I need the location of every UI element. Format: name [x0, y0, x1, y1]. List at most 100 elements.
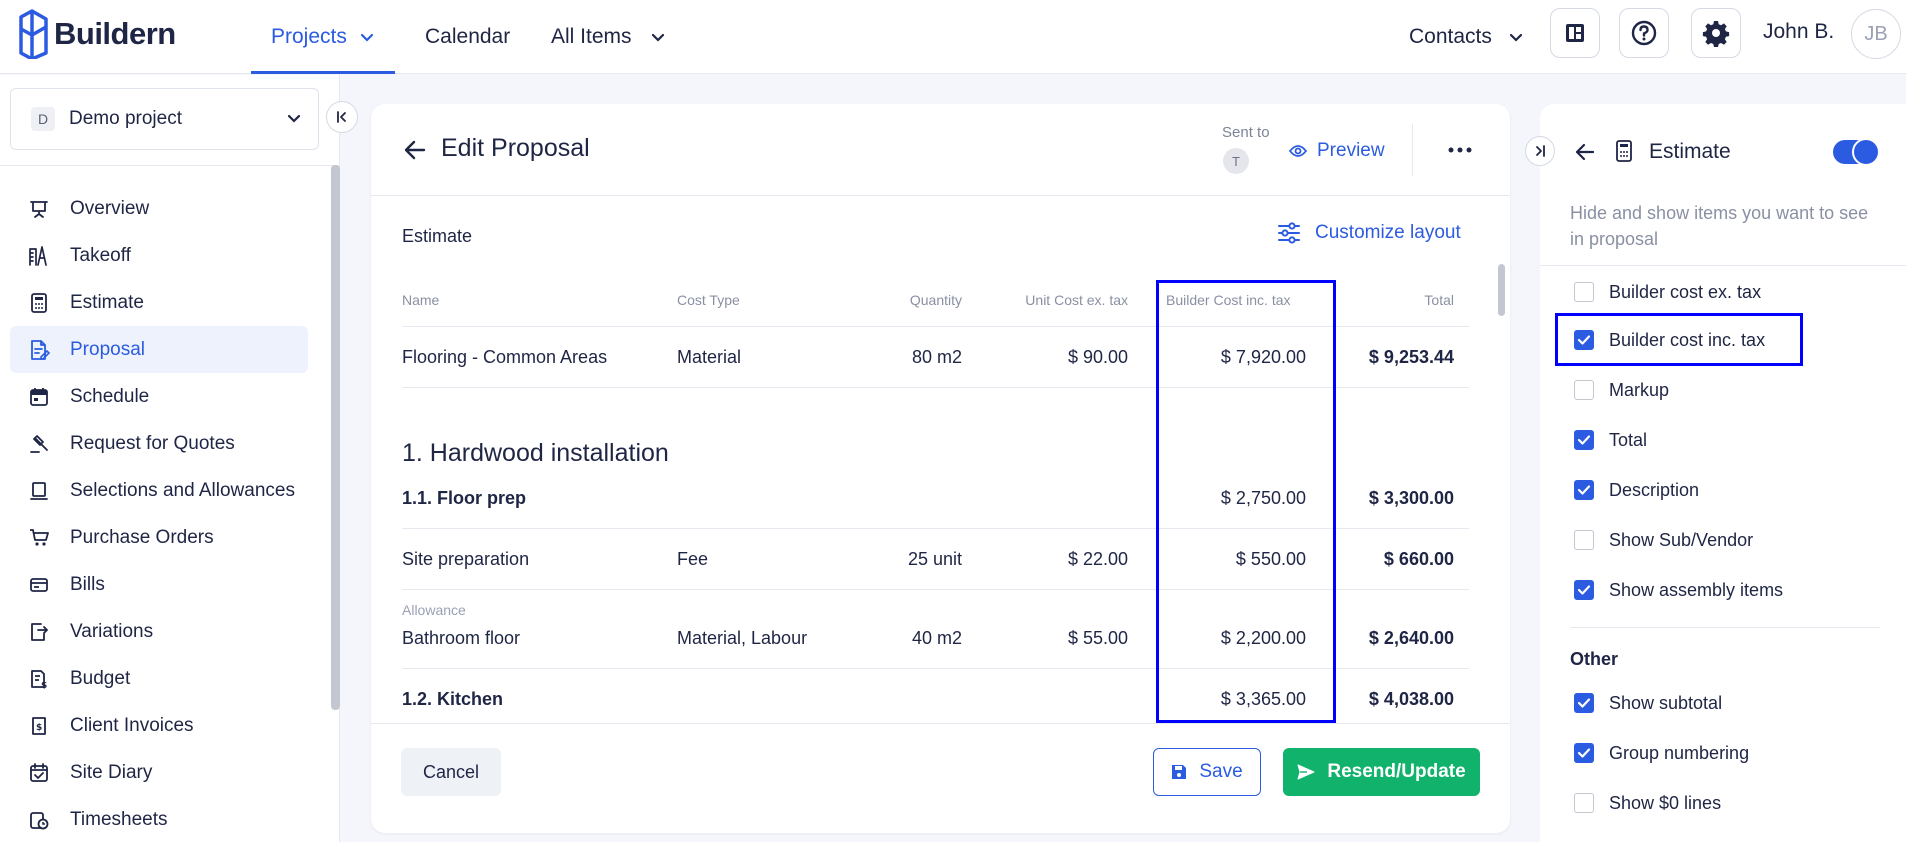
sidebar-item-estimate[interactable]: Estimate — [10, 279, 308, 326]
checkbox[interactable] — [1574, 282, 1594, 302]
sidebar-item-purchase-orders[interactable]: Purchase Orders — [10, 514, 308, 561]
checkbox[interactable] — [1574, 530, 1594, 550]
checkbox-checked[interactable] — [1574, 580, 1594, 600]
option-markup[interactable]: Markup — [1574, 376, 1669, 404]
sidebar-item-label: Budget — [70, 667, 131, 689]
sidebar-item-bills[interactable]: Bills — [10, 561, 308, 608]
sidebar-item-label: Selections and Allowances — [70, 479, 295, 501]
svg-text:$: $ — [41, 681, 47, 689]
table-scrollbar[interactable] — [1498, 264, 1505, 316]
nav-calendar[interactable]: Calendar — [425, 0, 510, 74]
option-label: Builder cost ex. tax — [1609, 281, 1762, 302]
cell-name: Bathroom floor — [402, 628, 521, 648]
cancel-button[interactable]: Cancel — [401, 748, 501, 796]
sidebar-item-takeoff[interactable]: Takeoff — [10, 232, 308, 279]
estimate-visibility-toggle[interactable] — [1833, 138, 1880, 166]
column-header-total[interactable]: Total — [1316, 292, 1454, 308]
save-label: Save — [1199, 761, 1243, 782]
column-header-unit-cost[interactable]: Unit Cost ex. tax — [940, 292, 1128, 308]
option-label: Description — [1609, 479, 1700, 500]
calculator-icon — [28, 292, 50, 314]
sidebar-item-client-invoices[interactable]: $ Client Invoices — [10, 702, 308, 749]
checkbox[interactable] — [1574, 380, 1594, 400]
sidebar-scrollbar[interactable] — [331, 165, 340, 710]
option-builder-cost-inc-tax[interactable]: Builder cost inc. tax — [1574, 326, 1765, 354]
checkbox-checked[interactable] — [1574, 330, 1594, 350]
nav-all-items[interactable]: All Items — [551, 0, 666, 74]
resend-update-button[interactable]: Resend/Update — [1283, 748, 1480, 796]
sidebar-item-overview[interactable]: Overview — [10, 185, 308, 232]
proposal-header: Edit Proposal Sent to T Preview — [371, 104, 1510, 196]
timesheet-icon — [28, 809, 50, 831]
option-total[interactable]: Total — [1574, 426, 1647, 454]
option-show-assembly-items[interactable]: Show assembly items — [1574, 576, 1783, 604]
sidebar-item-budget[interactable]: $ Budget — [10, 655, 308, 702]
cell-total: $ 660.00 — [1383, 549, 1454, 569]
sidebar-item-schedule[interactable]: Schedule — [10, 373, 308, 420]
proposal-card: Edit Proposal Sent to T Preview Estimate… — [371, 104, 1510, 833]
option-show-zero-lines[interactable]: Show $0 lines — [1574, 789, 1721, 817]
project-selector[interactable]: D Demo project — [10, 88, 319, 150]
chevron-down-icon — [651, 33, 664, 42]
cart-icon — [28, 527, 50, 549]
user-name[interactable]: John B. — [1763, 20, 1834, 44]
column-header-builder-cost[interactable]: Builder Cost inc. tax — [1166, 292, 1316, 308]
cell-total: $ 2,640.00 — [1368, 628, 1454, 648]
cell-cost-type: Material — [677, 347, 742, 367]
help-button[interactable] — [1619, 8, 1669, 58]
sidebar-item-timesheets[interactable]: Timesheets — [10, 796, 308, 842]
more-options-button[interactable] — [1444, 135, 1476, 165]
cell-unit-cost: $ 22.00 — [1067, 549, 1128, 569]
sidebar-item-request-for-quotes[interactable]: Request for Quotes — [10, 420, 308, 467]
panel-collapse-button[interactable] — [1525, 136, 1555, 166]
save-button[interactable]: Save — [1153, 748, 1261, 796]
customize-layout-button[interactable]: Customize layout — [1277, 222, 1461, 244]
calendar-icon — [28, 386, 50, 408]
nav-contacts[interactable]: Contacts — [1409, 0, 1524, 74]
option-group-numbering[interactable]: Group numbering — [1574, 739, 1749, 767]
column-header-cost-type[interactable]: Cost Type — [677, 292, 740, 308]
option-description[interactable]: Description — [1574, 476, 1699, 504]
sidebar-item-label: Estimate — [70, 291, 144, 313]
sidebar-item-label: Variations — [70, 620, 154, 642]
back-arrow-icon[interactable] — [1573, 140, 1597, 164]
recipient-avatar[interactable]: T — [1223, 148, 1249, 174]
invoice-icon: $ — [28, 715, 50, 737]
checkmark-icon — [1577, 485, 1591, 495]
chevron-down-icon — [1509, 33, 1522, 42]
checkbox[interactable] — [1574, 793, 1594, 813]
calculator-icon — [1616, 140, 1632, 162]
checkbox-checked[interactable] — [1574, 743, 1594, 763]
selections-icon — [28, 480, 50, 502]
allowance-tag: Allowance — [402, 602, 466, 618]
more-horizontal-icon — [1448, 147, 1472, 153]
checkbox-checked[interactable] — [1574, 693, 1594, 713]
back-arrow-icon[interactable] — [402, 137, 428, 163]
checkbox-checked[interactable] — [1574, 480, 1594, 500]
preview-button[interactable]: Preview — [1289, 140, 1385, 162]
row-divider — [402, 589, 1469, 590]
dashboard-button[interactable] — [1550, 8, 1600, 58]
cell-builder-cost: $ 550.00 — [1235, 549, 1306, 569]
sidebar-item-site-diary[interactable]: Site Diary — [10, 749, 308, 796]
sidebar-item-proposal[interactable]: Proposal — [10, 326, 308, 373]
settings-button[interactable] — [1691, 8, 1741, 58]
project-name: Demo project — [69, 108, 182, 129]
user-avatar[interactable]: JB — [1851, 9, 1901, 59]
option-show-sub-vendor[interactable]: Show Sub/Vendor — [1574, 526, 1753, 554]
sidebar-item-selections-and-allowances[interactable]: Selections and Allowances — [10, 467, 308, 514]
sidebar-item-label: Purchase Orders — [70, 526, 214, 548]
cell-name: Site preparation — [402, 549, 530, 569]
nav-contacts-label: Contacts — [1409, 25, 1492, 48]
column-header-name[interactable]: Name — [402, 292, 439, 308]
nav-projects[interactable]: Projects — [251, 0, 395, 74]
checkbox-checked[interactable] — [1574, 430, 1594, 450]
sidebar-item-variations[interactable]: Variations — [10, 608, 308, 655]
buildern-logo[interactable]: Buildern — [18, 6, 176, 62]
option-show-subtotal[interactable]: Show subtotal — [1574, 689, 1722, 717]
subgroup-name: 1.1. Floor prep — [402, 488, 527, 508]
sidebar-collapse-button[interactable] — [326, 101, 358, 133]
option-builder-cost-ex-tax[interactable]: Builder cost ex. tax — [1574, 278, 1761, 306]
takeoff-icon — [28, 245, 50, 267]
cell-cost-type: Fee — [677, 549, 709, 569]
